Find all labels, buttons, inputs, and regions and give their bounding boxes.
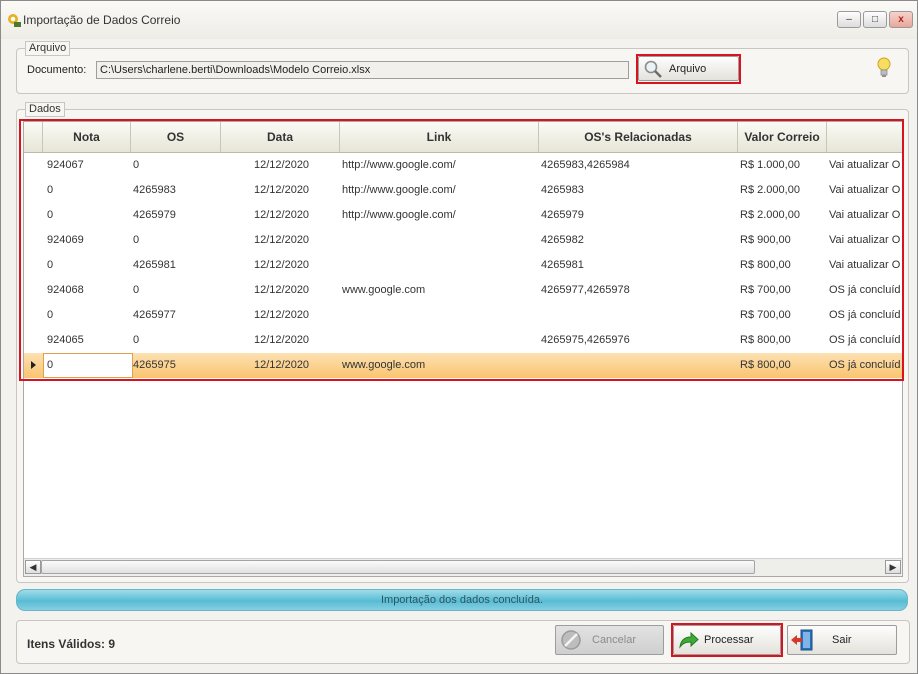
arquivo-legend: Arquivo	[25, 41, 71, 56]
cancel-icon	[561, 630, 581, 650]
title-bar: Importação de Dados Correio – □ x	[1, 1, 917, 39]
scroll-right-button[interactable]: ▶	[885, 560, 901, 574]
cancel-button-label: Cancelar	[592, 634, 637, 646]
grid-highlight	[19, 119, 904, 381]
dados-legend: Dados	[25, 102, 65, 117]
valid-items-count: Itens Válidos: 9	[27, 637, 116, 651]
window-title: Importação de Dados Correio	[23, 13, 181, 27]
cancel-button[interactable]: Cancelar	[555, 625, 664, 655]
document-path-input[interactable]	[96, 61, 629, 79]
exit-button-label: Sair	[832, 634, 852, 646]
app-logo-icon	[8, 14, 21, 27]
close-button[interactable]: x	[889, 11, 913, 28]
import-progress-bar: Importação dos dados concluída.	[16, 589, 908, 611]
maximize-button[interactable]: □	[863, 11, 887, 28]
scroll-thumb[interactable]	[41, 560, 755, 574]
minimize-button[interactable]: –	[837, 11, 861, 28]
document-label: Documento:	[27, 64, 87, 76]
lightbulb-icon[interactable]	[876, 57, 892, 79]
scroll-left-button[interactable]: ◀	[25, 560, 41, 574]
horizontal-scrollbar[interactable]: ◀ ▶	[24, 558, 902, 576]
import-window: Importação de Dados Correio – □ x Arquiv…	[0, 0, 918, 674]
status-text: Importação dos dados concluída.	[380, 594, 544, 606]
process-button-highlight	[671, 623, 783, 657]
exit-door-icon	[791, 629, 813, 651]
arquivo-button-highlight	[636, 54, 741, 84]
exit-button[interactable]: Sair	[787, 625, 897, 655]
